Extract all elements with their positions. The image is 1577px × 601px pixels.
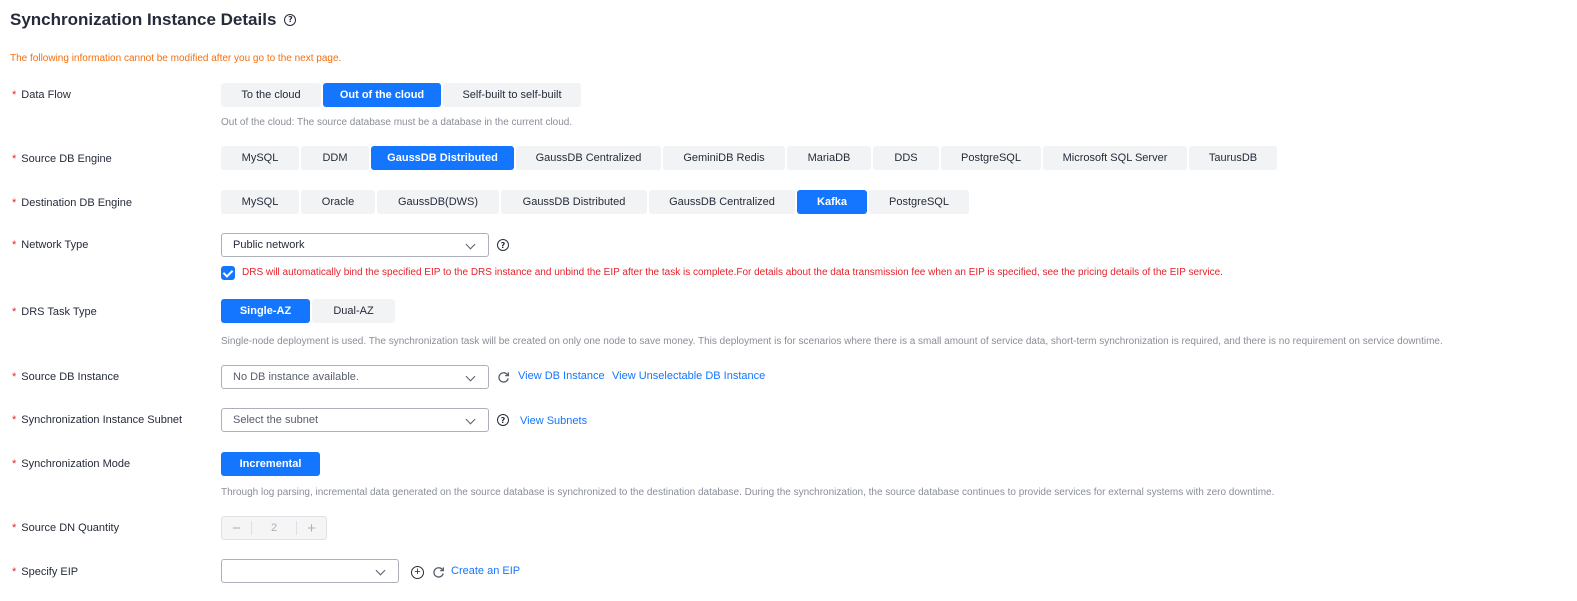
source-instance-select[interactable]: No DB instance available. (221, 365, 489, 389)
chevron-down-icon (465, 414, 476, 425)
dest-engine-postgresql[interactable]: PostgreSQL (869, 190, 969, 214)
source-engine-taurusdb[interactable]: TaurusDB (1189, 146, 1277, 170)
dest-engine-label: * Destination DB Engine (12, 197, 132, 209)
required-star: * (12, 522, 17, 534)
data-flow-hint: Out of the cloud: The source database mu… (221, 117, 573, 128)
required-star: * (12, 414, 17, 426)
add-circle-icon[interactable]: + (411, 566, 424, 579)
source-instance-placeholder: No DB instance available. (233, 371, 359, 383)
task-type-hint: Single-node deployment is used. The sync… (221, 336, 1443, 347)
task-type-segment: Single-AZ Dual-AZ (221, 299, 395, 323)
page-title-text: Synchronization Instance Details (10, 10, 277, 29)
dest-engine-gaussdb-dws[interactable]: GaussDB(DWS) (377, 190, 499, 214)
data-flow-label-text: Data Flow (21, 89, 71, 101)
chevron-down-icon (465, 239, 476, 250)
source-engine-mariadb[interactable]: MariaDB (787, 146, 871, 170)
dn-quantity-value: 2 (251, 521, 297, 535)
task-type-label-text: DRS Task Type (21, 306, 97, 318)
dest-engine-segment: MySQL Oracle GaussDB(DWS) GaussDB Distri… (221, 190, 969, 214)
required-star: * (12, 89, 17, 101)
source-instance-label-text: Source DB Instance (21, 371, 120, 383)
network-type-value: Public network (233, 239, 305, 251)
refresh-icon[interactable] (497, 371, 510, 384)
network-type-select[interactable]: Public network (221, 233, 489, 257)
eip-select[interactable] (221, 559, 399, 583)
source-engine-label-text: Source DB Engine (21, 153, 112, 165)
sync-mode-label-text: Synchronization Mode (21, 458, 131, 470)
sync-mode-hint: Through log parsing, incremental data ge… (221, 487, 1275, 498)
source-instance-label: * Source DB Instance (12, 371, 119, 383)
view-unselectable-instance-link[interactable]: View Unselectable DB Instance (612, 370, 765, 382)
sync-mode-label: * Synchronization Mode (12, 458, 130, 470)
source-engine-dds[interactable]: DDS (873, 146, 939, 170)
required-star: * (12, 306, 17, 318)
required-star: * (12, 197, 17, 209)
question-circle-icon[interactable]: ? (497, 414, 509, 426)
dest-engine-gaussdb-distributed[interactable]: GaussDB Distributed (501, 190, 647, 214)
dest-engine-label-text: Destination DB Engine (21, 197, 132, 209)
eip-bind-note: DRS will automatically bind the specifie… (242, 267, 1223, 278)
data-flow-segment: To the cloud Out of the cloud Self-built… (221, 83, 581, 107)
dn-quantity-label-text: Source DN Quantity (21, 522, 120, 534)
task-type-dual-az[interactable]: Dual-AZ (312, 299, 395, 323)
create-eip-link[interactable]: Create an EIP (451, 565, 520, 577)
data-flow-option-out-of-cloud[interactable]: Out of the cloud (323, 83, 441, 107)
subnet-select[interactable]: Select the subnet (221, 408, 489, 432)
subnet-label-text: Synchronization Instance Subnet (21, 414, 183, 426)
dest-engine-oracle[interactable]: Oracle (301, 190, 375, 214)
source-engine-sqlserver[interactable]: Microsoft SQL Server (1043, 146, 1187, 170)
chevron-down-icon (375, 565, 386, 576)
task-type-label: * DRS Task Type (12, 306, 97, 318)
required-star: * (12, 566, 17, 578)
sync-mode-segment: Incremental (221, 452, 320, 476)
subnet-label: * Synchronization Instance Subnet (12, 414, 182, 426)
required-star: * (12, 371, 17, 383)
eip-label: * Specify EIP (12, 566, 78, 578)
warning-text: The following information cannot be modi… (10, 53, 342, 64)
network-type-label: * Network Type (12, 239, 88, 251)
source-engine-label: * Source DB Engine (12, 153, 112, 165)
required-star: * (12, 239, 17, 251)
dest-engine-mysql[interactable]: MySQL (221, 190, 299, 214)
source-engine-segment: MySQL DDM GaussDB Distributed GaussDB Ce… (221, 146, 1277, 170)
required-star: * (12, 458, 17, 470)
data-flow-option-to-cloud[interactable]: To the cloud (221, 83, 321, 107)
eip-bind-checkbox[interactable] (221, 266, 235, 280)
increment-button: + (307, 519, 316, 537)
question-circle-icon[interactable]: ? (497, 239, 509, 251)
view-db-instance-link[interactable]: View DB Instance (518, 370, 605, 382)
view-subnets-link[interactable]: View Subnets (520, 415, 587, 427)
source-engine-geminidb-redis[interactable]: GeminiDB Redis (663, 146, 785, 170)
eip-label-text: Specify EIP (21, 566, 79, 578)
page-title: Synchronization Instance Details ? (10, 10, 297, 30)
data-flow-label: * Data Flow (12, 89, 71, 101)
source-engine-postgresql[interactable]: PostgreSQL (941, 146, 1041, 170)
required-star: * (12, 153, 17, 165)
dest-engine-kafka[interactable]: Kafka (797, 190, 867, 214)
chevron-down-icon (465, 371, 476, 382)
network-type-label-text: Network Type (21, 239, 89, 251)
data-flow-option-self-built[interactable]: Self-built to self-built (443, 83, 581, 107)
dn-quantity-stepper: − 2 + (221, 516, 327, 540)
subnet-placeholder: Select the subnet (233, 414, 319, 426)
dn-quantity-label: * Source DN Quantity (12, 522, 119, 534)
source-engine-gaussdb-centralized[interactable]: GaussDB Centralized (516, 146, 661, 170)
sync-mode-incremental[interactable]: Incremental (221, 452, 320, 476)
source-engine-mysql[interactable]: MySQL (221, 146, 299, 170)
dest-engine-gaussdb-centralized[interactable]: GaussDB Centralized (649, 190, 795, 214)
question-circle-icon[interactable]: ? (284, 14, 297, 26)
decrement-button: − (232, 519, 241, 537)
refresh-icon[interactable] (432, 566, 445, 579)
source-engine-ddm[interactable]: DDM (301, 146, 369, 170)
task-type-single-az[interactable]: Single-AZ (221, 299, 310, 323)
source-engine-gaussdb-distributed[interactable]: GaussDB Distributed (371, 146, 514, 170)
